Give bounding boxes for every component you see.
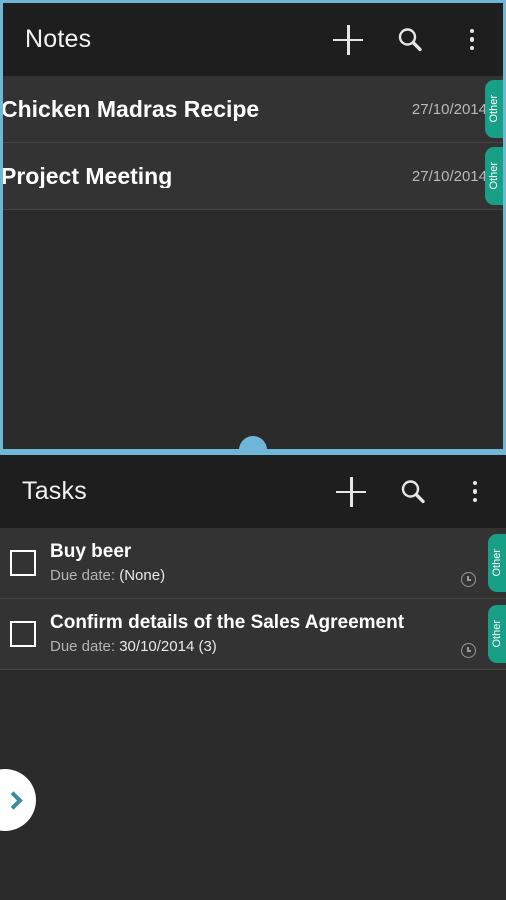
search-icon <box>401 479 425 503</box>
notes-pane: Notes Chicken Madras Recipe 27/10/2014 O… <box>0 0 506 452</box>
note-category-tab[interactable]: Other <box>485 80 503 138</box>
more-vertical-icon <box>472 480 478 503</box>
tasks-pane: Tasks Buy beer Due date: (None) Other Co… <box>0 455 506 900</box>
task-due-label: Due date: <box>50 566 120 584</box>
task-list-item[interactable]: Buy beer Due date: (None) Other <box>0 528 506 599</box>
note-category-label: Other <box>487 162 500 190</box>
task-due-value: 30/10/2014 (3) <box>119 637 217 655</box>
note-category-tab[interactable]: Other <box>485 147 503 205</box>
tasks-overflow-button[interactable] <box>444 455 506 528</box>
notes-action-icons <box>317 3 503 76</box>
tasks-add-button[interactable] <box>320 455 382 528</box>
task-checkbox[interactable] <box>10 621 36 647</box>
chevron-right-icon <box>3 790 23 810</box>
note-date: 27/10/2014 <box>411 167 487 185</box>
task-category-tab[interactable]: Other <box>488 605 506 663</box>
task-category-label: Other <box>490 620 503 648</box>
tasks-title: Tasks <box>22 477 87 505</box>
notes-overflow-button[interactable] <box>441 3 503 76</box>
note-list-item[interactable]: Chicken Madras Recipe 27/10/2014 Other <box>3 76 503 143</box>
search-icon <box>398 27 422 51</box>
app-screen: Notes Chicken Madras Recipe 27/10/2014 O… <box>0 0 506 900</box>
task-category-label: Other <box>490 549 503 577</box>
notes-add-button[interactable] <box>317 3 379 76</box>
task-checkbox[interactable] <box>10 550 36 576</box>
task-texts: Confirm details of the Sales Agreement D… <box>50 611 506 657</box>
more-vertical-icon <box>469 28 475 51</box>
notes-search-button[interactable] <box>379 3 441 76</box>
task-due-date: Due date: 30/10/2014 (3) <box>50 637 506 657</box>
task-texts: Buy beer Due date: (None) <box>50 540 506 586</box>
tasks-action-bar: Tasks <box>0 455 506 528</box>
plus-icon <box>336 476 366 507</box>
task-category-tab[interactable]: Other <box>488 534 506 592</box>
notes-action-bar: Notes <box>3 3 503 76</box>
note-category-label: Other <box>487 95 500 123</box>
task-list-item[interactable]: Confirm details of the Sales Agreement D… <box>0 599 506 670</box>
notes-title: Notes <box>25 25 92 53</box>
note-title: Project Meeting <box>1 164 173 188</box>
clock-icon <box>461 643 476 658</box>
note-list-item[interactable]: Project Meeting 27/10/2014 Other <box>3 143 503 210</box>
note-title: Chicken Madras Recipe <box>1 97 260 121</box>
task-due-label: Due date: <box>50 637 120 655</box>
tasks-action-icons <box>320 455 506 528</box>
plus-icon <box>333 24 363 55</box>
clock-icon <box>461 572 476 587</box>
task-title: Confirm details of the Sales Agreement <box>50 612 405 633</box>
note-date: 27/10/2014 <box>411 100 487 118</box>
task-title: Buy beer <box>50 541 132 562</box>
tasks-search-button[interactable] <box>382 455 444 528</box>
task-due-date: Due date: (None) <box>50 566 506 586</box>
task-due-value: (None) <box>119 566 166 584</box>
